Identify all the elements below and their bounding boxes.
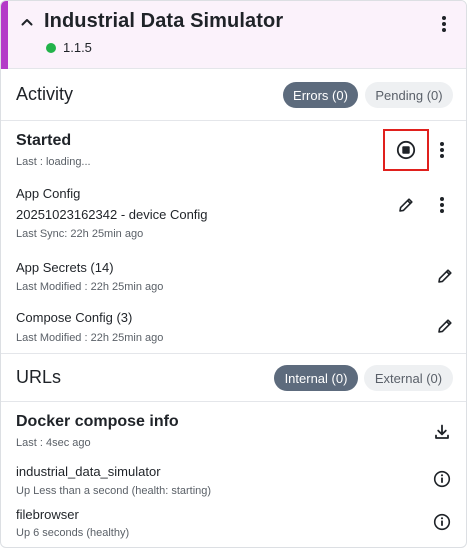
app-version: 1.1.5 [63,40,92,55]
more-vertical-icon[interactable] [434,14,454,34]
info-icon[interactable] [431,511,453,533]
activity-title: Activity [16,84,74,104]
docker-title: Docker compose info [16,413,179,430]
status-last-update: Last : loading... [16,156,91,168]
app-title: Industrial Data Simulator [44,10,284,32]
pending-chip[interactable]: Pending (0) [365,82,453,108]
download-icon[interactable] [431,421,453,443]
app-config-title: App Config [16,186,81,201]
pencil-icon[interactable] [434,265,456,287]
app-card: Industrial Data Simulator 1.1.5 Activity… [0,0,467,548]
app-secrets-title: App Secrets (14) [16,260,114,275]
app-config-last-sync: Last Sync: 22h 25min ago [16,228,144,240]
service-name: industrial_data_simulator [16,464,161,479]
internal-chip[interactable]: Internal (0) [274,365,358,391]
pencil-icon[interactable] [434,315,456,337]
app-header: Industrial Data Simulator 1.1.5 [1,1,466,69]
docker-last-update: Last : 4sec ago [16,437,91,449]
accent-bar [1,1,8,69]
urls-section: URLs Internal (0) External (0) [1,354,466,402]
app-config-name: 20251023162342 - device Config [16,207,208,222]
service-name: filebrowser [16,507,79,522]
pencil-icon[interactable] [395,194,417,216]
urls-title: URLs [16,367,62,387]
app-secrets-modified: Last Modified : 22h 25min ago [16,281,164,293]
chevron-up-icon[interactable] [18,13,36,31]
more-vertical-icon[interactable] [432,195,452,215]
activity-section: Activity Errors (0) Pending (0) [1,69,466,121]
service-status: Up 6 seconds (healthy) [16,527,130,539]
info-icon[interactable] [431,468,453,490]
status-indicator [46,43,56,53]
compose-config-title: Compose Config (3) [16,310,133,325]
errors-chip[interactable]: Errors (0) [283,82,358,108]
external-chip[interactable]: External (0) [364,365,453,391]
stop-circle-icon[interactable] [395,139,417,161]
service-status: Up Less than a second (health: starting) [16,485,212,497]
more-vertical-icon[interactable] [432,140,452,160]
status-title: Started [16,132,72,149]
compose-config-modified: Last Modified : 22h 25min ago [16,332,164,344]
